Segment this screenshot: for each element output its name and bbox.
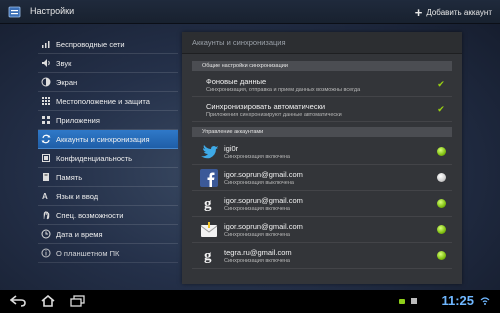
sound-icon: [41, 58, 51, 68]
privacy-icon: [41, 153, 51, 163]
facebook-icon: [199, 168, 219, 188]
back-icon[interactable]: [9, 295, 26, 307]
sidebar-item-wireless[interactable]: Беспроводные сети: [38, 35, 178, 54]
sidebar-item-about[interactable]: О планшетном ПК: [38, 244, 178, 263]
row-subtitle: Приложения синхронизируют данные автомат…: [206, 112, 342, 118]
sidebar-item-label: Память: [56, 172, 83, 182]
wifi-icon: [41, 39, 51, 49]
account-sync-status: Синхронизация включена: [224, 258, 290, 264]
svg-text:g: g: [204, 248, 212, 264]
account-row[interactable]: g igor.soprun@gmail.com Синхронизация вк…: [192, 191, 452, 217]
account-name: tegra.ru@gmail.com: [224, 248, 292, 257]
sidebar-item-label: Дата и время: [56, 229, 103, 239]
sidebar-item-location[interactable]: Местоположение и защита: [38, 92, 178, 111]
sidebar-item-language[interactable]: A Язык и ввод: [38, 187, 178, 206]
background-data-row[interactable]: Фоновые данные Синхронизация, отправка и…: [192, 73, 452, 97]
wifi-signal-icon: [480, 297, 490, 305]
account-sync-status: Синхронизация выключена: [224, 180, 294, 186]
background-data-checkbox[interactable]: ✔: [436, 79, 446, 89]
panel-title: Аккаунты и синхронизация: [182, 32, 462, 54]
sync-status-icon: [437, 147, 446, 156]
row-title: Фоновые данные: [206, 77, 267, 86]
clock-icon: [41, 229, 51, 239]
settings-sidebar: Беспроводные сети Звук Экран Местоположе…: [38, 35, 178, 263]
sidebar-item-sound[interactable]: Звук: [38, 54, 178, 73]
storage-status-icon: [411, 298, 417, 304]
svg-text:g: g: [204, 196, 212, 212]
sidebar-item-label: Конфиденциальность: [56, 153, 133, 163]
manage-accounts-header: Управление аккаунтами: [192, 127, 452, 137]
sidebar-item-label: Приложения: [56, 115, 100, 125]
info-icon: [41, 248, 51, 258]
account-name: igor.soprun@gmail.com: [224, 196, 303, 205]
recent-apps-icon[interactable]: [70, 295, 86, 307]
account-name: igor.soprun@gmail.com: [224, 222, 303, 231]
sidebar-item-accounts-sync[interactable]: Аккаунты и синхронизация: [38, 130, 178, 149]
account-sync-status: Синхронизация включена: [224, 154, 290, 160]
twitter-icon: [199, 142, 219, 162]
sidebar-item-label: Аккаунты и синхронизация: [56, 134, 150, 144]
sync-status-icon: [437, 199, 446, 208]
apps-icon: [41, 115, 51, 125]
sidebar-item-storage[interactable]: Память: [38, 168, 178, 187]
sidebar-item-label: Звук: [56, 58, 72, 68]
page-title: Настройки: [30, 6, 75, 16]
svg-text:A: A: [42, 192, 48, 201]
sync-status-icon: [437, 225, 446, 234]
sync-icon: [41, 134, 51, 144]
auto-sync-checkbox[interactable]: ✔: [436, 104, 446, 114]
sidebar-item-date-time[interactable]: Дата и время: [38, 225, 178, 244]
sync-status-icon: [437, 251, 446, 260]
add-account-button[interactable]: + Добавить аккаунт: [415, 5, 492, 19]
sidebar-item-display[interactable]: Экран: [38, 73, 178, 92]
sidebar-item-label: Экран: [56, 77, 78, 87]
sidebar-item-accessibility[interactable]: Спец. возможности: [38, 206, 178, 225]
plus-icon: +: [414, 4, 423, 20]
sidebar-item-privacy[interactable]: Конфиденциальность: [38, 149, 178, 168]
general-sync-header: Общие настройки синхронизации: [192, 61, 452, 71]
settings-app-icon[interactable]: [8, 5, 22, 19]
account-name: igi0r: [224, 144, 239, 153]
action-bar: Настройки + Добавить аккаунт: [0, 0, 500, 24]
email-icon: [199, 220, 219, 240]
sidebar-item-label: Местоположение и защита: [56, 96, 150, 106]
system-bar: 11:25: [0, 290, 500, 313]
account-sync-status: Синхронизация включена: [224, 206, 290, 212]
accounts-sync-panel: Аккаунты и синхронизация Общие настройки…: [182, 32, 462, 284]
storage-icon: [41, 172, 51, 182]
row-subtitle: Синхронизация, отправка и прием данных в…: [206, 87, 361, 93]
location-icon: [41, 96, 51, 106]
google-icon: g: [199, 194, 219, 214]
auto-sync-row[interactable]: Синхронизировать автоматически Приложени…: [192, 98, 452, 122]
account-row[interactable]: igi0r Синхронизация включена: [192, 139, 452, 165]
sync-status-icon: [437, 173, 446, 182]
language-icon: A: [41, 191, 51, 201]
home-icon[interactable]: [40, 294, 56, 307]
account-row[interactable]: igor.soprun@gmail.com Синхронизация вклю…: [192, 217, 452, 243]
sidebar-item-label: О планшетном ПК: [56, 248, 120, 258]
account-row[interactable]: igor.soprun@gmail.com Синхронизация выкл…: [192, 165, 452, 191]
sidebar-item-label: Спец. возможности: [56, 210, 124, 220]
display-icon: [41, 77, 51, 87]
android-debug-icon: [399, 299, 405, 304]
account-sync-status: Синхронизация включена: [224, 232, 290, 238]
status-clock[interactable]: 11:25: [441, 293, 474, 308]
row-title: Синхронизировать автоматически: [206, 102, 326, 111]
sidebar-item-label: Беспроводные сети: [56, 39, 125, 49]
account-row[interactable]: g tegra.ru@gmail.com Синхронизация включ…: [192, 243, 452, 269]
account-name: igor.soprun@gmail.com: [224, 170, 303, 179]
accessibility-icon: [41, 210, 51, 220]
sidebar-item-apps[interactable]: Приложения: [38, 111, 178, 130]
add-account-label: Добавить аккаунт: [426, 7, 492, 17]
sidebar-item-label: Язык и ввод: [56, 191, 99, 201]
google-icon: g: [199, 246, 219, 266]
